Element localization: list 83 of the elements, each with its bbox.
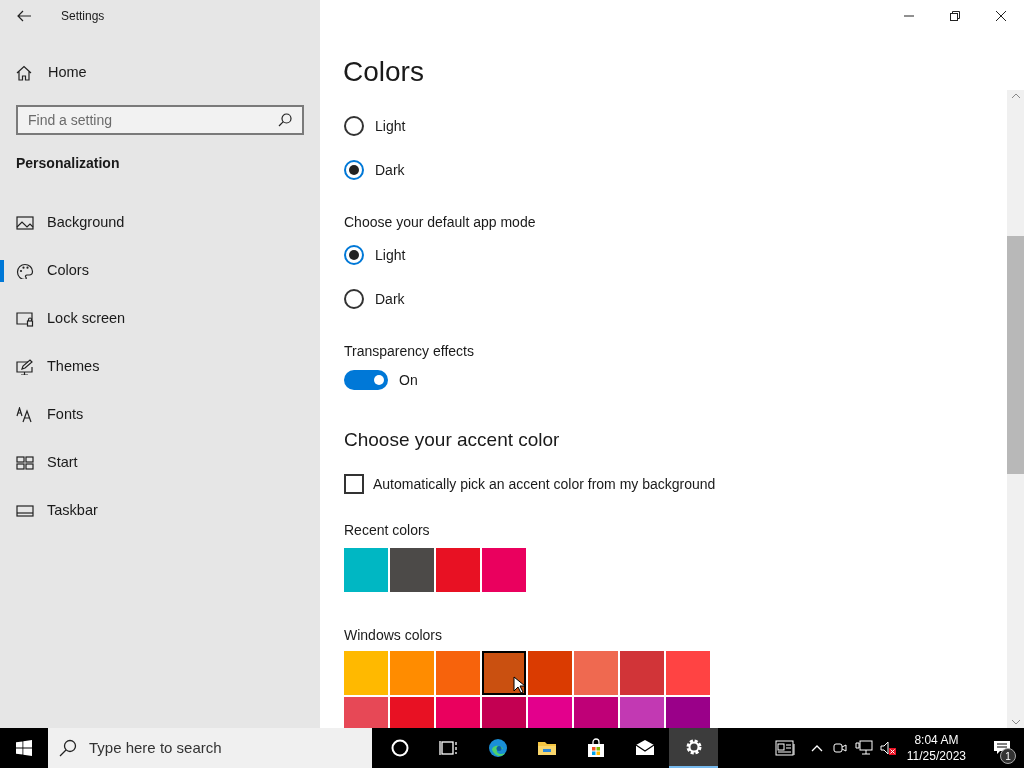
scrollbar-thumb[interactable] bbox=[1007, 236, 1024, 474]
font-letters-icon bbox=[16, 407, 34, 423]
monitor-brush-icon bbox=[16, 359, 34, 375]
taskbar-icon bbox=[16, 503, 34, 519]
screen-lock-icon bbox=[16, 311, 34, 327]
checkbox[interactable] bbox=[344, 474, 364, 494]
color-swatch[interactable] bbox=[436, 697, 480, 728]
color-swatch[interactable] bbox=[620, 651, 664, 695]
section-label: Windows colors bbox=[344, 626, 443, 645]
color-swatch[interactable] bbox=[436, 651, 480, 695]
notifications-button[interactable]: 1 bbox=[980, 728, 1024, 768]
checkbox-option[interactable]: Automatically pick an accent color from my background bbox=[344, 472, 716, 496]
color-swatch[interactable] bbox=[390, 548, 434, 592]
search-field[interactable]: Find a setting bbox=[16, 105, 304, 135]
clock[interactable]: 8:04 AM 11/25/2023 bbox=[902, 732, 970, 764]
radio-option[interactable]: Light bbox=[344, 104, 406, 148]
camera-icon[interactable] bbox=[832, 740, 847, 756]
color-swatch[interactable] bbox=[528, 651, 572, 695]
color-swatch[interactable] bbox=[574, 651, 618, 695]
radio-option[interactable]: Dark bbox=[344, 277, 406, 321]
sidebar-item[interactable]: Background bbox=[0, 199, 320, 247]
circle-icon bbox=[389, 738, 410, 758]
back-icon bbox=[16, 10, 32, 22]
color-swatch[interactable] bbox=[528, 697, 572, 728]
task-view-icon bbox=[438, 738, 459, 758]
palette-icon bbox=[16, 263, 34, 279]
color-swatch[interactable] bbox=[482, 548, 526, 592]
notification-badge: 1 bbox=[1000, 748, 1016, 764]
placeholder-text: Find a setting bbox=[28, 110, 114, 130]
sidebar-item[interactable]: Colors bbox=[0, 247, 320, 295]
window-title: Settings bbox=[61, 8, 105, 25]
taskbar-search-field[interactable]: Type here to search bbox=[48, 728, 372, 768]
radio-button[interactable] bbox=[344, 116, 364, 136]
swirl-icon bbox=[487, 738, 508, 758]
picture-frame-icon bbox=[16, 215, 34, 231]
restore-icon bbox=[950, 11, 960, 21]
network-icon[interactable] bbox=[854, 740, 873, 756]
sidebar-item[interactable]: Taskbar bbox=[0, 487, 320, 535]
color-swatch[interactable] bbox=[344, 548, 388, 592]
placeholder-text: Type here to search bbox=[89, 737, 223, 758]
home-item[interactable]: Home bbox=[0, 49, 320, 97]
color-swatch[interactable] bbox=[390, 651, 434, 695]
radio-button[interactable] bbox=[344, 245, 364, 265]
radio-button[interactable] bbox=[344, 289, 364, 309]
section-label: Recent colors bbox=[344, 521, 430, 540]
news-icon[interactable] bbox=[774, 740, 797, 756]
tiles-icon bbox=[16, 455, 34, 471]
scrollbar[interactable] bbox=[1007, 90, 1024, 728]
section-heading: Choose your accent color bbox=[344, 428, 560, 452]
color-swatch[interactable] bbox=[666, 697, 710, 728]
taskbar-app-button[interactable] bbox=[669, 728, 718, 768]
chevron-up-icon[interactable] bbox=[810, 744, 823, 752]
color-swatch[interactable] bbox=[390, 697, 434, 728]
search-icon bbox=[278, 113, 292, 127]
toggle-switch[interactable] bbox=[344, 370, 388, 390]
sidebar-item[interactable]: Lock screen bbox=[0, 295, 320, 343]
toggle-state: On bbox=[399, 370, 418, 390]
sidebar-item[interactable]: Fonts bbox=[0, 391, 320, 439]
windows-logo-icon bbox=[16, 740, 32, 756]
search-icon bbox=[59, 739, 77, 757]
home-icon bbox=[16, 65, 32, 81]
section-heading: Personalization bbox=[16, 154, 121, 173]
color-swatch[interactable] bbox=[666, 651, 710, 695]
color-swatch[interactable] bbox=[344, 651, 388, 695]
color-swatch[interactable] bbox=[344, 697, 388, 728]
page-title: Colors bbox=[343, 55, 425, 89]
radio-option[interactable]: Light bbox=[344, 233, 406, 277]
sidebar-item[interactable]: Themes bbox=[0, 343, 320, 391]
volume-muted-icon[interactable] bbox=[878, 740, 897, 756]
section-label: Choose your default app mode bbox=[344, 213, 536, 232]
envelope-icon bbox=[634, 738, 655, 758]
color-swatch[interactable] bbox=[436, 548, 480, 592]
mouse-pointer-icon bbox=[513, 676, 525, 694]
sidebar-item[interactable]: Start bbox=[0, 439, 320, 487]
close-icon bbox=[996, 11, 1006, 21]
shopping-bag-icon bbox=[585, 738, 606, 758]
color-swatch[interactable] bbox=[620, 697, 664, 728]
radio-option[interactable]: Dark bbox=[344, 148, 405, 192]
radio-button[interactable] bbox=[344, 160, 364, 180]
color-swatch[interactable] bbox=[482, 697, 526, 728]
color-swatch[interactable] bbox=[482, 651, 526, 695]
color-swatch[interactable] bbox=[574, 697, 618, 728]
section-label: Transparency effects bbox=[344, 342, 474, 361]
